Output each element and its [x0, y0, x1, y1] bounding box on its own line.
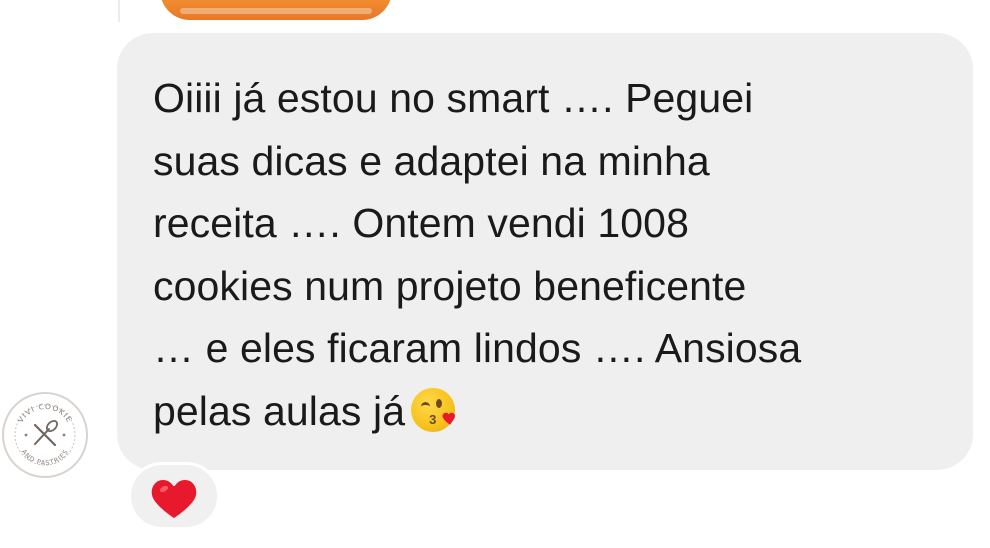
vivi-cookie-logo: VIVI COOKIE AND PASTRIES: [14, 402, 76, 467]
message-line-5: … e eles ficaram lindos …. Ansiosa: [153, 325, 802, 371]
thread-line: [118, 0, 120, 22]
svg-text:AND PASTRIES: AND PASTRIES: [20, 448, 70, 467]
previous-message-image[interactable]: [160, 0, 392, 20]
message-line-1: Oiiii já estou no smart …. Peguei: [153, 75, 754, 121]
message-bubble[interactable]: Oiiii já estou no smart …. Peguei suas d…: [117, 33, 973, 470]
message-line-6: pelas aulas já: [153, 387, 406, 434]
red-heart-icon: [151, 480, 197, 518]
reaction-badge[interactable]: [128, 462, 220, 530]
message-line-4: cookies num projeto beneficente: [153, 262, 747, 309]
face-blowing-a-kiss-icon: 3: [411, 387, 457, 434]
message-line-3: receita …. Ontem vendi 1008: [153, 200, 689, 246]
message-line-6-wrap: pelas aulas já 3: [153, 380, 953, 443]
sender-avatar[interactable]: VIVI COOKIE AND PASTRIES: [2, 392, 88, 478]
message-line-2: suas dicas e adaptei na minha: [153, 137, 710, 184]
